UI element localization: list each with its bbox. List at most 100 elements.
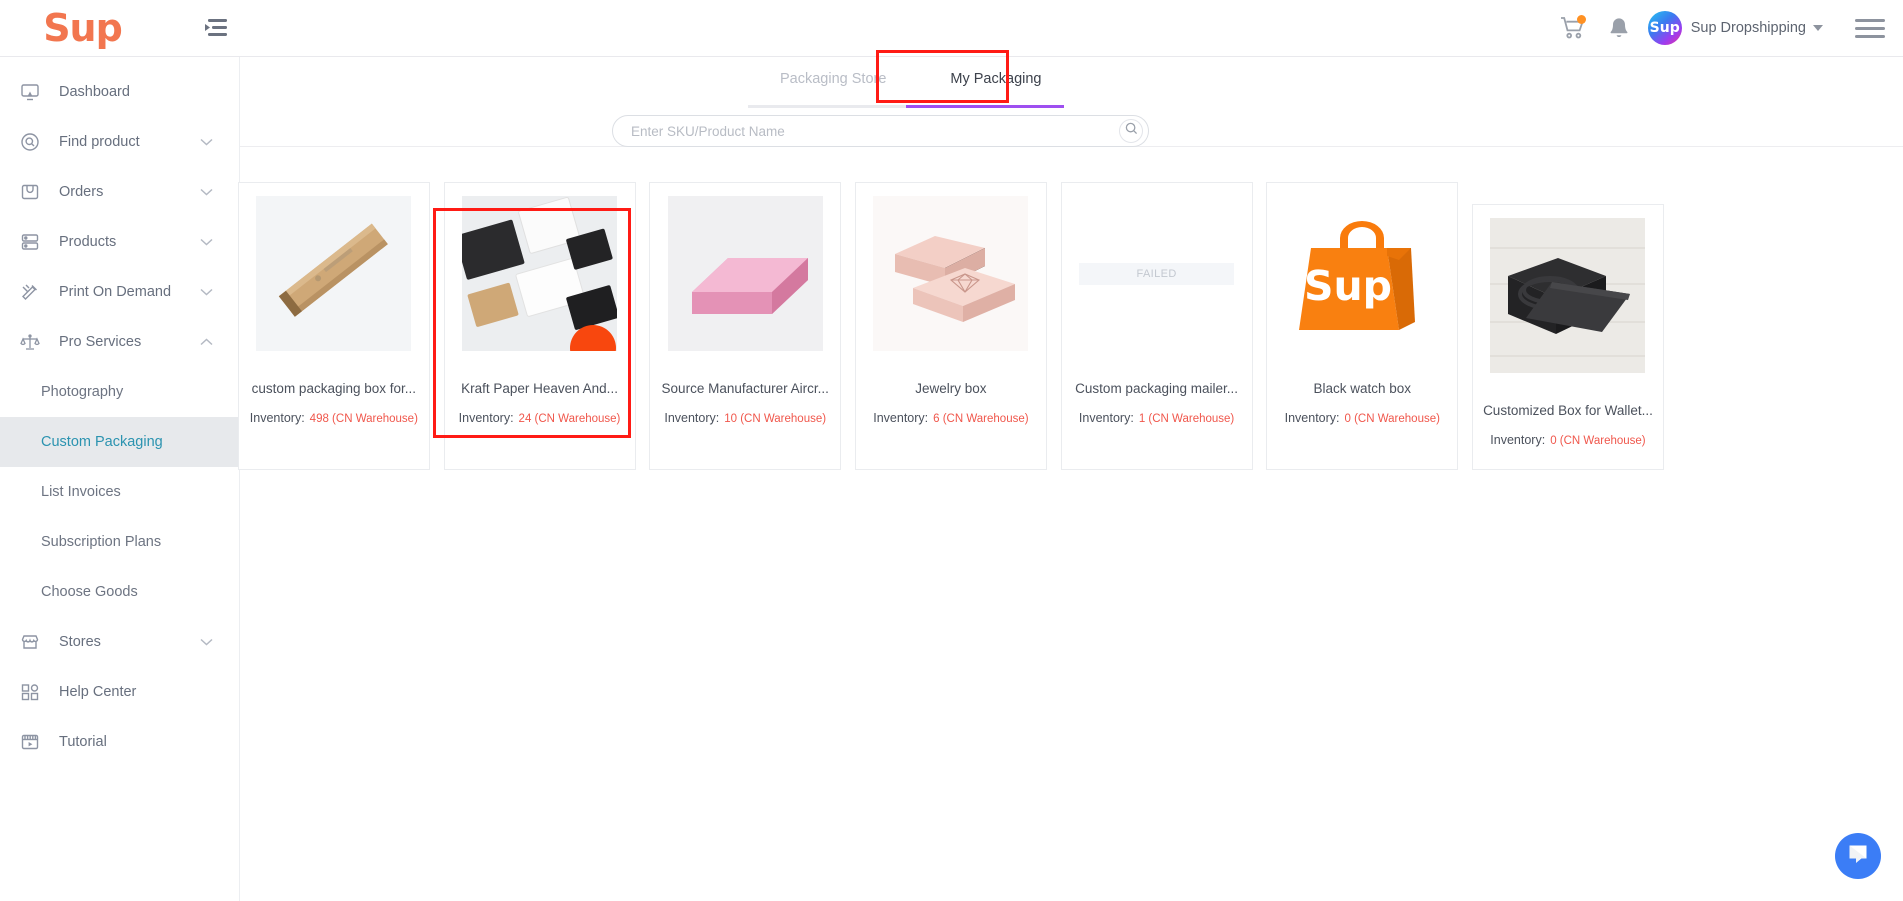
- card-inventory: Inventory: 10 (CN Warehouse): [664, 411, 826, 425]
- sidebar-item-label: Tutorial: [59, 734, 107, 750]
- user-account-menu[interactable]: Sup Sup Dropshipping: [1642, 11, 1831, 45]
- brand-logo-text: Sup: [43, 6, 123, 50]
- brand-logo[interactable]: Sup: [0, 9, 165, 47]
- inventory-value: 0 (CN Warehouse): [1344, 413, 1440, 425]
- chevron-down-icon: [200, 633, 213, 651]
- card-title: Jewelry box: [915, 381, 987, 396]
- orders-box-icon: [17, 179, 43, 205]
- sidebar-item-print-on-demand[interactable]: Print On Demand: [0, 267, 239, 317]
- sidebar-item-label: Products: [59, 234, 117, 250]
- card-slot: FAILED Custom packaging mailer... Invent…: [1054, 182, 1260, 470]
- packaging-card[interactable]: Source Manufacturer Aircr... Inventory: 1…: [649, 182, 842, 470]
- sidebar-item-label: Orders: [59, 184, 104, 200]
- inventory-label: Inventory:: [1284, 411, 1340, 425]
- card-inventory: Inventory: 6 (CN Warehouse): [873, 411, 1028, 425]
- sidebar-item-stores[interactable]: Stores: [0, 617, 239, 667]
- tab-my-packaging[interactable]: My Packaging: [918, 63, 1073, 98]
- packaging-card[interactable]: Jewelry box Inventory: 6 (CN Warehouse): [854, 182, 1047, 470]
- inventory-value: 6 (CN Warehouse): [933, 413, 1029, 425]
- card-slot: custom packaging box for... Inventory: 49…: [231, 182, 437, 470]
- cart-badge-dot: [1576, 15, 1586, 24]
- chat-widget-button[interactable]: [1835, 833, 1881, 879]
- sidebar-item-orders[interactable]: Orders: [0, 167, 239, 217]
- main-content: Packaging Store My Packaging Enter SKU/P…: [237, 57, 1903, 901]
- store-icon: [17, 629, 43, 655]
- broken-image-placeholder: FAILED: [1079, 196, 1235, 351]
- sidebar-subitem-custom-packaging[interactable]: Custom Packaging: [0, 417, 239, 467]
- sidebar-subitem-list-invoices[interactable]: List Invoices: [0, 467, 239, 517]
- tab-packaging-store[interactable]: Packaging Store: [748, 63, 918, 98]
- card-slot: Jewelry box Inventory: 6 (CN Warehouse): [848, 182, 1054, 470]
- dashboard-icon: [17, 79, 43, 105]
- sidebar-subitem-label: Subscription Plans: [41, 534, 162, 550]
- inventory-label: Inventory:: [1490, 433, 1546, 447]
- sidebar-item-dashboard[interactable]: Dashboard: [0, 67, 239, 117]
- sidebar-item-help-center[interactable]: Help Center: [0, 667, 239, 717]
- sidebar-item-pro-services[interactable]: Pro Services: [0, 317, 239, 367]
- search-input[interactable]: [613, 123, 1083, 139]
- packaging-card[interactable]: Sup Black watch box Inventory: 0 (CN Ware…: [1266, 182, 1459, 470]
- card-inventory: Inventory: 1 (CN Warehouse): [1079, 411, 1234, 425]
- help-center-icon: [17, 679, 43, 705]
- failed-label: FAILED: [1136, 267, 1177, 280]
- chat-bubble-icon: [1847, 843, 1869, 870]
- avatar-text: Sup: [1649, 20, 1680, 36]
- card-slot: Customized Box for Wallet... Inventory: 0…: [1465, 204, 1671, 470]
- card-title: Black watch box: [1313, 381, 1412, 396]
- collapse-menu-icon[interactable]: [203, 15, 229, 41]
- svg-text:Sup: Sup: [1304, 262, 1392, 310]
- sidebar-navigation: Dashboard Find product Orders Products P…: [0, 57, 240, 901]
- hamburger-menu-icon[interactable]: [1855, 14, 1885, 43]
- notification-bell-icon[interactable]: [1596, 5, 1642, 51]
- sidebar-item-label: Find product: [59, 134, 140, 150]
- assorted-boxes-photo: [462, 196, 618, 351]
- black-gift-box-belt-photo: [1490, 218, 1646, 373]
- sidebar-item-find-product[interactable]: Find product: [0, 117, 239, 167]
- card-slot: Source Manufacturer Aircr... Inventory: 1…: [642, 182, 848, 470]
- sidebar-item-label: Pro Services: [59, 334, 142, 350]
- card-inventory: Inventory: 0 (CN Warehouse): [1285, 411, 1440, 425]
- kraft-long-box-photo: [256, 196, 412, 351]
- sidebar-item-tutorial[interactable]: Tutorial: [0, 717, 239, 767]
- chevron-down-icon: [200, 233, 213, 251]
- pink-jewelry-box-photo: [873, 196, 1029, 351]
- pink-mailer-box-photo: [667, 196, 823, 351]
- sidebar-item-products[interactable]: Products: [0, 217, 239, 267]
- card-title: custom packaging box for...: [251, 381, 417, 396]
- inventory-value: 24 (CN Warehouse): [518, 413, 621, 425]
- sup-shopping-bag-logo: Sup: [1284, 196, 1440, 351]
- packaging-card[interactable]: FAILED Custom packaging mailer... Invent…: [1060, 182, 1253, 470]
- failed-status-badge: FAILED: [1079, 262, 1235, 285]
- username-label: Sup Dropshipping: [1690, 20, 1806, 36]
- card-slot: Sup Black watch box Inventory: 0 (CN Ware…: [1259, 182, 1465, 470]
- inventory-label: Inventory:: [664, 411, 720, 425]
- sidebar-subitem-choose-goods[interactable]: Choose Goods: [0, 567, 239, 617]
- tabs-and-search-area: Packaging Store My Packaging: [240, 57, 1903, 147]
- card-slot: Kraft Paper Heaven And... Inventory: 24 (…: [437, 182, 643, 470]
- card-inventory: Inventory: 0 (CN Warehouse): [1490, 433, 1645, 447]
- card-title: Source Manufacturer Aircr...: [661, 381, 829, 396]
- inventory-label: Inventory:: [249, 411, 305, 425]
- tab-label: My Packaging: [950, 71, 1042, 87]
- shopping-cart-icon[interactable]: [1550, 5, 1596, 51]
- packaging-card[interactable]: Kraft Paper Heaven And... Inventory: 24 (…: [443, 182, 636, 470]
- sidebar-subitem-photography[interactable]: Photography: [0, 367, 239, 417]
- avatar: Sup: [1647, 11, 1682, 45]
- packaging-card[interactable]: Customized Box for Wallet... Inventory: 0…: [1471, 204, 1664, 470]
- sidebar-subitem-subscription-plans[interactable]: Subscription Plans: [0, 517, 239, 567]
- search-button[interactable]: [1119, 119, 1143, 143]
- sidebar-item-label: Stores: [59, 634, 101, 650]
- tab-active-indicator: [906, 105, 1064, 108]
- tab-label: Packaging Store: [780, 71, 887, 87]
- search-circle-icon: [17, 129, 43, 155]
- chevron-down-icon: [200, 183, 213, 201]
- sidebar-item-label: Dashboard: [59, 84, 130, 100]
- card-inventory: Inventory: 498 (CN Warehouse): [250, 411, 418, 425]
- sidebar-item-label: Help Center: [59, 684, 137, 700]
- inventory-value: 498 (CN Warehouse): [309, 413, 418, 425]
- inventory-value: 1 (CN Warehouse): [1138, 413, 1235, 425]
- products-stack-icon: [17, 229, 43, 255]
- card-title: Kraft Paper Heaven And...: [461, 381, 618, 396]
- packaging-card[interactable]: custom packaging box for... Inventory: 49…: [237, 182, 430, 470]
- chevron-down-icon: [200, 133, 213, 151]
